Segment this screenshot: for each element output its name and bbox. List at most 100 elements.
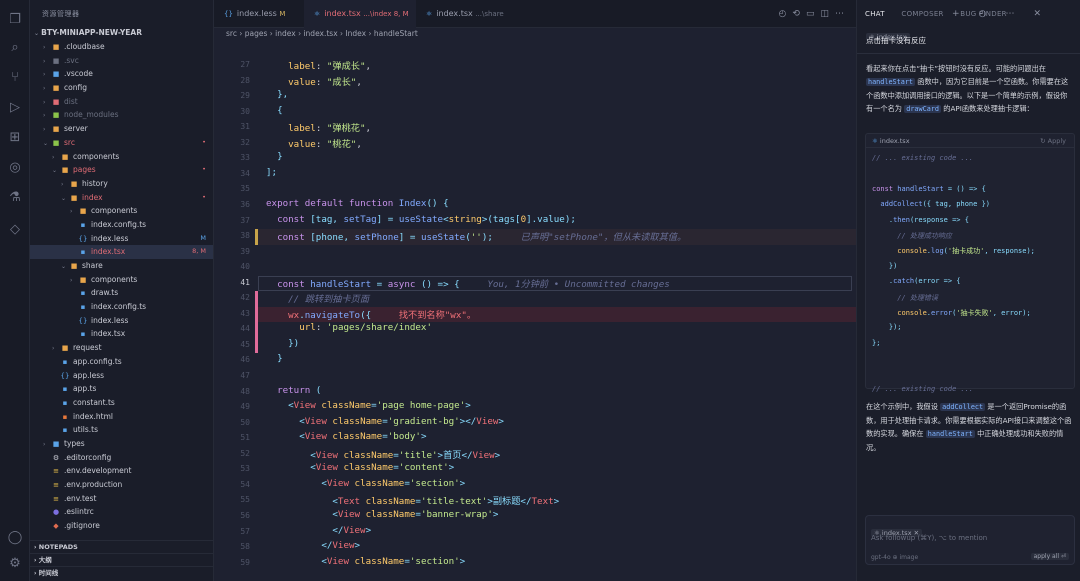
split-editor-icon[interactable]: ◫: [820, 9, 835, 19]
tree-folder[interactable]: › ■ .vscode: [30, 67, 213, 81]
tree-folder[interactable]: › ■ components: [30, 150, 213, 164]
tree-folder[interactable]: ⌄ ■ share: [30, 259, 213, 273]
tree-file[interactable]: ≡ .env.development: [30, 464, 213, 478]
tree-item-label: index.less: [91, 233, 129, 243]
search-icon[interactable]: ⌕: [7, 40, 23, 56]
section-outline[interactable]: › 大纲: [30, 553, 213, 566]
apply-button[interactable]: ↻ Apply: [1040, 134, 1066, 148]
tree-file[interactable]: ▪ index.tsx 8, M: [30, 245, 213, 259]
tree-folder[interactable]: ⌄ ■ src •: [30, 136, 213, 150]
tree-file[interactable]: ▪ index.tsx: [30, 327, 213, 341]
file-icon: ▪: [62, 357, 68, 366]
breadcrumb-item[interactable]: pages: [245, 29, 268, 38]
tree-file[interactable]: {} index.less: [30, 314, 213, 328]
image-attach[interactable]: ⊕ image: [893, 554, 919, 561]
project-root[interactable]: ⌄ BTY-MINIAPP-NEW-YEAR: [30, 26, 142, 40]
code-line: <View className='body'>: [266, 431, 426, 443]
code-token: <: [266, 477, 327, 489]
account-icon[interactable]: ◯: [7, 530, 23, 546]
suggestion-line: // ... existing code ...: [872, 154, 973, 162]
tree-file[interactable]: ⚙ .editorconfig: [30, 451, 213, 465]
tree-folder[interactable]: › ■ components: [30, 273, 213, 287]
tree-file[interactable]: ▪ app.ts: [30, 382, 213, 396]
tab-index-tsx-active[interactable]: ⚛ index.tsx ...\index 8, M: [304, 0, 416, 28]
folder-icon: ■: [52, 97, 60, 106]
tree-folder[interactable]: ⌄ ■ pages •: [30, 163, 213, 177]
code-line: <View className='section'>: [266, 556, 465, 567]
chevron-right-icon: ›: [52, 153, 55, 161]
more-icon[interactable]: ⋯: [835, 9, 850, 19]
breadcrumb-item[interactable]: src: [226, 29, 237, 38]
tree-folder[interactable]: › ■ dist: [30, 95, 213, 109]
breadcrumb-item[interactable]: index.tsx: [303, 29, 337, 38]
tree-folder[interactable]: › ■ .svc: [30, 54, 213, 68]
breadcrumb-item[interactable]: index: [275, 29, 296, 38]
chevron-down-icon: ⌄: [52, 167, 58, 175]
tree-file[interactable]: ▪ index.config.ts: [30, 300, 213, 314]
code-token: log: [931, 247, 944, 256]
submit-button[interactable]: apply all ⏎: [1030, 553, 1069, 560]
tree-file[interactable]: ≡ .env.production: [30, 478, 213, 492]
tree-folder[interactable]: › ■ request: [30, 341, 213, 355]
tree-file[interactable]: ▪ utils.ts: [30, 423, 213, 437]
tree-file[interactable]: {} index.less M: [30, 232, 213, 246]
history-icon[interactable]: ◴: [979, 9, 992, 19]
chat-input[interactable]: Ask followup (⌘Y), ⌥ to mention: [871, 534, 987, 542]
remote-icon[interactable]: ◎: [7, 160, 23, 176]
tree-file[interactable]: ▪ constant.ts: [30, 396, 213, 410]
tab-index-tsx-share[interactable]: ⚛ index.tsx ...\share: [416, 0, 526, 28]
settings-gear-icon[interactable]: ⚙: [7, 556, 23, 572]
tree-folder[interactable]: › ■ server: [30, 122, 213, 136]
more-icon[interactable]: ⋯: [1005, 9, 1019, 19]
tree-folder[interactable]: › ■ config: [30, 81, 213, 95]
tree-file[interactable]: ▪ draw.ts: [30, 286, 213, 300]
tree-folder[interactable]: › ■ node_modules: [30, 108, 213, 122]
tab-composer[interactable]: COMPOSER: [901, 10, 943, 18]
file-icon: ≡: [53, 481, 59, 489]
tab-index-less[interactable]: {} index.less M: [214, 0, 304, 28]
tree-file[interactable]: ▪ index.html: [30, 410, 213, 424]
history-icon[interactable]: ◴: [779, 9, 793, 19]
close-icon[interactable]: ✕: [1033, 9, 1046, 19]
plus-icon[interactable]: +: [952, 9, 965, 19]
section-notepads[interactable]: › NOTEPADS: [30, 540, 213, 553]
tree-folder[interactable]: ⌄ ■ index •: [30, 191, 213, 205]
text: 看起来你在点击“抽卡”按钮时没有反应。可能的问题出在: [866, 64, 1046, 73]
file-icon: {}: [78, 316, 88, 325]
code-block-file: index.tsx: [879, 137, 910, 145]
tree-folder[interactable]: › ■ components: [30, 204, 213, 218]
explorer-icon[interactable]: ❐: [7, 12, 23, 28]
extension-icon[interactable]: ◇: [7, 222, 23, 238]
testing-icon[interactable]: ⚗: [7, 190, 23, 206]
modified-dot-icon: •: [202, 137, 206, 146]
file-icon: ≡: [53, 467, 59, 476]
code-token: className: [332, 431, 383, 443]
tree-item-label: index.less: [91, 315, 129, 325]
section-timeline[interactable]: › 时间线: [30, 566, 213, 579]
tree-item-label: history: [82, 178, 108, 188]
tree-folder[interactable]: › ■ types: [30, 437, 213, 451]
tree-file[interactable]: ▪ app.config.ts: [30, 355, 213, 369]
tree-file[interactable]: {} app.less: [30, 369, 213, 383]
model-select[interactable]: gpt-4o ⊕ image: [871, 554, 918, 561]
tree-folder[interactable]: › ■ history: [30, 177, 213, 191]
tab-chat[interactable]: CHAT: [865, 10, 885, 18]
tree-file[interactable]: ◆ .gitignore: [30, 519, 213, 533]
compare-icon[interactable]: ⟲: [792, 9, 806, 19]
extensions-icon[interactable]: ⊞: [7, 130, 23, 146]
breadcrumb-item[interactable]: Index: [345, 29, 366, 38]
tree-folder[interactable]: › ■ .cloudbase: [30, 40, 213, 54]
source-control-icon[interactable]: ⑂: [7, 70, 23, 86]
code-view[interactable]: 27 label: "弹成长", 28 value: "成长", 29 }, 30 {…: [214, 40, 856, 581]
line-number: 58: [240, 542, 250, 552]
open-changes-icon[interactable]: ▭: [806, 9, 821, 19]
tree-file[interactable]: ≡ .env.test: [30, 492, 213, 506]
tree-file[interactable]: ● .eslintrc: [30, 505, 213, 519]
run-debug-icon[interactable]: ▷: [7, 100, 23, 116]
tsx-file-icon: ⚛: [872, 137, 880, 145]
breadcrumb-item[interactable]: handleStart: [374, 29, 418, 38]
chat-input-box[interactable]: ⚛ index.tsx ✕ Ask followup (⌘Y), ⌥ to me…: [865, 515, 1075, 565]
folder-icon: ■: [70, 193, 78, 202]
tree-file[interactable]: ▪ index.config.ts: [30, 218, 213, 232]
